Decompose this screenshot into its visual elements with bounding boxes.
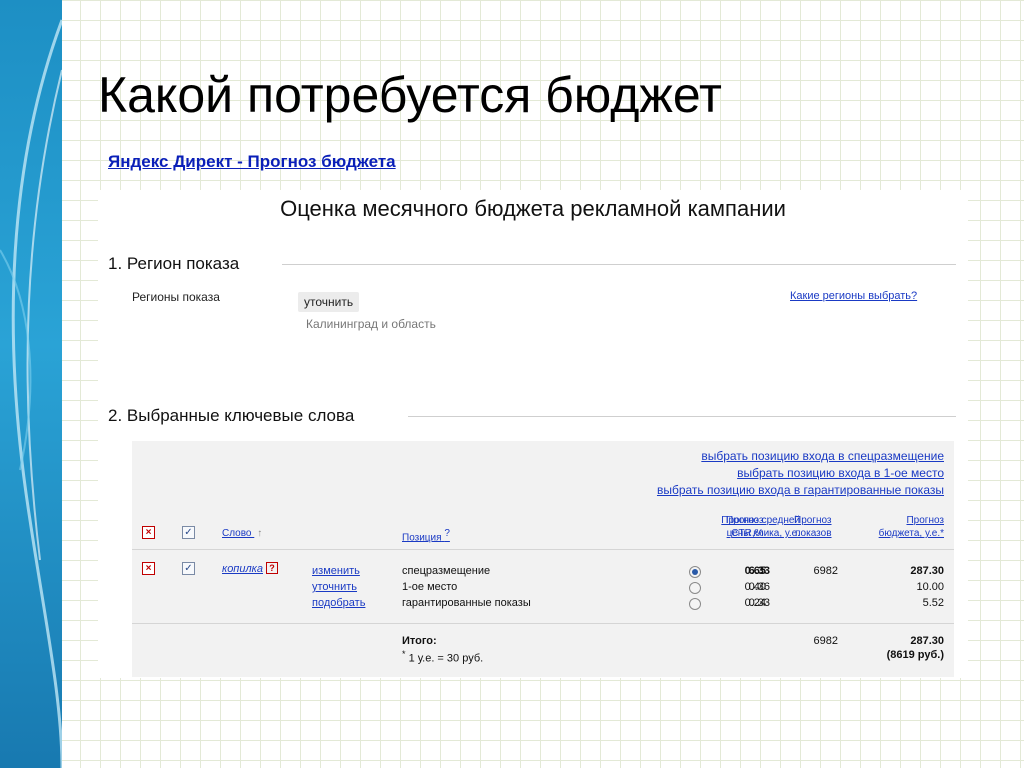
budget-forecast-link[interactable]: Яндекс Директ - Прогноз бюджета	[108, 152, 396, 172]
selected-region: Калининград и область	[306, 317, 436, 331]
section-keywords-heading: 2. Выбранные ключевые слова	[108, 406, 355, 425]
total-label: Итого:	[402, 635, 437, 647]
budget-guaranteed: 5.52	[922, 597, 944, 609]
header-position[interactable]: Позиция ?	[402, 527, 450, 544]
panel-title: Оценка месячного бюджета рекламной кампа…	[280, 196, 786, 221]
position-first-place: 1-ое место	[402, 581, 458, 593]
refine-region-button[interactable]: уточнить	[298, 292, 360, 312]
select-first-place-link[interactable]: выбрать позицию входа в 1-ое место	[737, 466, 944, 480]
shows-value: 6982	[813, 565, 838, 577]
total-budget-rub: (8619 руб.)	[886, 649, 944, 661]
section-divider	[408, 416, 956, 417]
section-divider	[282, 264, 956, 265]
total-shows: 6982	[813, 635, 838, 647]
header-ctr[interactable]: Прогноз CTR,%	[726, 514, 764, 540]
keyword-checkbox[interactable]: ✓	[182, 562, 195, 575]
which-regions-link[interactable]: Какие регионы выбрать?	[790, 290, 917, 302]
remove-all-icon[interactable]: ×	[142, 526, 155, 539]
refine-keyword-link[interactable]: уточнить	[312, 581, 357, 593]
sort-arrow-icon: ↑	[257, 528, 263, 539]
keyword-link[interactable]: копилка?	[222, 562, 278, 575]
ctr-first-place: 0.36	[748, 581, 770, 593]
header-budget[interactable]: Прогноз бюджета, у.е.*	[879, 514, 944, 540]
position-help-icon[interactable]: ?	[444, 528, 450, 539]
edit-keyword-link[interactable]: изменить	[312, 565, 360, 577]
currency-footnote: * 1 у.е. = 30 руб.	[402, 649, 484, 665]
total-divider	[132, 623, 954, 624]
position-radio-guaranteed[interactable]	[689, 598, 701, 610]
pick-keywords-link[interactable]: подобрать	[312, 597, 365, 609]
select-premium-position-link[interactable]: выбрать позицию входа в спецразмещение	[701, 449, 944, 463]
remove-keyword-icon[interactable]: ×	[142, 562, 155, 575]
position-guaranteed: гарантированные показы	[402, 597, 531, 609]
ctr-guaranteed: 0.33	[748, 597, 770, 609]
select-all-checkbox[interactable]: ✓	[182, 526, 195, 539]
budget-panel: Оценка месячного бюджета рекламной кампа…	[98, 190, 968, 678]
regions-label: Регионы показа	[132, 290, 220, 304]
total-budget: 287.30	[910, 635, 944, 647]
keyword-help-icon[interactable]: ?	[266, 562, 278, 574]
section-region-heading: 1. Регион показа	[108, 254, 240, 273]
position-premium: спецразмещение	[402, 565, 491, 577]
header-word[interactable]: Слово ↑	[222, 527, 262, 540]
position-radio-first-place[interactable]	[689, 582, 701, 594]
budget-premium: 287.30	[910, 565, 944, 577]
ctr-premium: 6.33	[748, 565, 770, 577]
select-guaranteed-link[interactable]: выбрать позицию входа в гарантированные …	[657, 483, 944, 497]
slide-title: Какой потребуется бюджет	[98, 67, 722, 123]
header-shows[interactable]: Прогноз показов	[794, 514, 832, 540]
wave-decoration-icon	[0, 19, 62, 768]
budget-first-place: 10.00	[916, 581, 944, 593]
decorative-side-band	[0, 0, 62, 768]
keywords-table: выбрать позицию входа в спецразмещение в…	[132, 441, 954, 677]
position-radio-premium[interactable]	[689, 566, 701, 578]
header-divider	[132, 549, 954, 550]
